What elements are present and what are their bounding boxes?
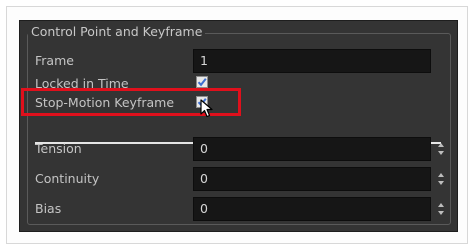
frame-field[interactable]: 1 [193,49,431,73]
stop-motion-keyframe-label: Stop-Motion Keyframe [35,95,175,110]
bias-field[interactable]: 0 [193,197,431,221]
continuity-label: Continuity [35,171,100,186]
checkmark-icon [197,98,207,107]
locked-in-time-checkbox[interactable] [196,76,208,88]
bias-label: Bias [35,201,62,216]
spin-arrows-icon[interactable] [437,202,445,216]
spin-arrows-icon[interactable] [437,172,445,186]
frame-label: Frame [35,53,74,68]
control-point-panel: Control Point and Keyframe Frame 1 Locke… [19,20,458,232]
checkmark-icon [197,78,207,87]
tension-spinbox[interactable]: 0 [193,137,455,161]
spin-arrows-icon[interactable] [437,142,445,156]
tension-label: Tension [35,141,82,156]
bias-spinbox[interactable]: 0 [193,197,455,221]
tension-field[interactable]: 0 [193,137,431,161]
locked-in-time-label: Locked in Time [35,76,129,88]
group-title: Control Point and Keyframe [28,24,206,40]
stop-motion-keyframe-checkbox[interactable] [196,96,208,108]
continuity-spinbox[interactable]: 0 [193,167,455,191]
continuity-field[interactable]: 0 [193,167,431,191]
